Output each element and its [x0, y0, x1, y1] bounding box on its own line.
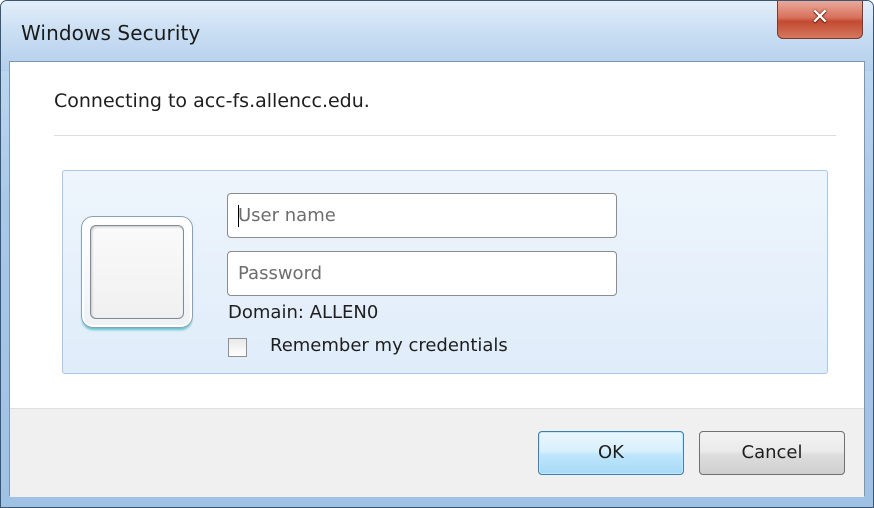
remember-label[interactable]: Remember my credentials — [270, 335, 508, 356]
password-field[interactable] — [227, 251, 617, 296]
domain-label: Domain: ALLEN0 — [228, 302, 379, 323]
ok-button[interactable]: OK — [538, 431, 684, 475]
window-title: Windows Security — [21, 21, 201, 45]
close-icon: ✕ — [810, 5, 830, 30]
cancel-button[interactable]: Cancel — [699, 431, 845, 475]
remember-checkbox[interactable] — [228, 338, 247, 357]
connection-message: Connecting to acc-fs.allencc.edu. — [54, 90, 370, 112]
username-field[interactable] — [227, 193, 617, 238]
password-input[interactable] — [228, 252, 616, 295]
user-tile-icon — [81, 216, 193, 328]
dialog-window: Windows Security ✕ Connecting to acc-fs.… — [0, 0, 874, 508]
button-bar: OK Cancel — [10, 408, 864, 497]
text-caret — [238, 205, 239, 227]
close-button[interactable]: ✕ — [777, 1, 863, 39]
credential-panel: Domain: ALLEN0 Remember my credentials — [62, 170, 828, 374]
separator — [54, 135, 836, 136]
username-input[interactable] — [228, 194, 616, 237]
dialog-body: Connecting to acc-fs.allencc.edu. Domain… — [9, 61, 865, 497]
user-tile-frame — [90, 225, 184, 319]
